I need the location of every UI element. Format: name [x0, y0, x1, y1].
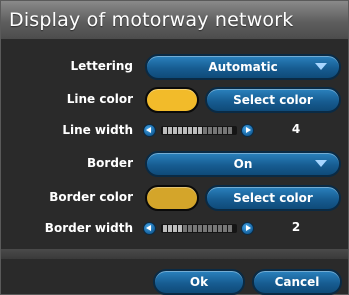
slider-tick [198, 127, 202, 134]
slider-tick [183, 225, 187, 232]
lettering-dropdown[interactable]: Automatic [145, 54, 341, 80]
motorway-display-dialog: Display of motorway network Lettering Au… [0, 0, 349, 295]
line-color-label: Line color [66, 92, 133, 106]
slider-tick [193, 127, 197, 134]
border-width-increase-button[interactable] [241, 222, 254, 235]
chevron-down-icon [315, 160, 327, 167]
slider-tick [218, 225, 222, 232]
arrow-right-icon [246, 225, 251, 231]
line-width-slider[interactable] [161, 126, 237, 135]
slider-tick [163, 127, 167, 134]
border-width-value: 2 [291, 220, 301, 234]
slider-tick [193, 225, 197, 232]
slider-tick [198, 225, 202, 232]
slider-tick [188, 127, 192, 134]
slider-tick [228, 225, 232, 232]
slider-tick [228, 127, 232, 134]
slider-tick [223, 225, 227, 232]
border-width-label: Border width [44, 221, 133, 235]
border-color-swatch[interactable] [145, 185, 199, 211]
slider-tick [203, 127, 207, 134]
border-dropdown[interactable]: On [145, 151, 341, 177]
line-select-color-button[interactable]: Select color [205, 87, 341, 113]
line-color-swatch[interactable] [145, 87, 199, 113]
slider-tick [213, 225, 217, 232]
slider-tick [168, 225, 172, 232]
chevron-down-icon [315, 63, 327, 70]
arrow-left-icon [146, 225, 151, 231]
slider-tick [178, 225, 182, 232]
slider-tick [173, 127, 177, 134]
slider-tick [188, 225, 192, 232]
border-color-label: Border color [49, 190, 133, 204]
lettering-value: Automatic [208, 60, 278, 74]
line-width-label: Line width [62, 123, 133, 137]
slider-tick [168, 127, 172, 134]
arrow-left-icon [146, 127, 151, 133]
slider-tick [208, 127, 212, 134]
arrow-right-icon [246, 127, 251, 133]
line-width-value: 4 [291, 122, 301, 136]
ok-button[interactable]: Ok [153, 269, 245, 295]
slider-tick [183, 127, 187, 134]
border-width-decrease-button[interactable] [143, 222, 156, 235]
slider-tick [208, 225, 212, 232]
footer-separator [1, 249, 348, 259]
dialog-title: Display of motorway network [9, 9, 294, 31]
border-value: On [233, 157, 253, 171]
slider-tick [203, 225, 207, 232]
slider-tick [163, 225, 167, 232]
title-bar: Display of motorway network [1, 1, 348, 40]
slider-tick [223, 127, 227, 134]
slider-tick [173, 225, 177, 232]
cancel-button[interactable]: Cancel [252, 269, 342, 295]
slider-tick [218, 127, 222, 134]
border-width-slider[interactable] [161, 224, 237, 233]
border-label: Border [87, 156, 133, 170]
line-width-decrease-button[interactable] [143, 124, 156, 137]
line-width-increase-button[interactable] [241, 124, 254, 137]
slider-tick [213, 127, 217, 134]
slider-tick [178, 127, 182, 134]
lettering-label: Lettering [70, 59, 133, 73]
border-select-color-button[interactable]: Select color [205, 185, 341, 211]
